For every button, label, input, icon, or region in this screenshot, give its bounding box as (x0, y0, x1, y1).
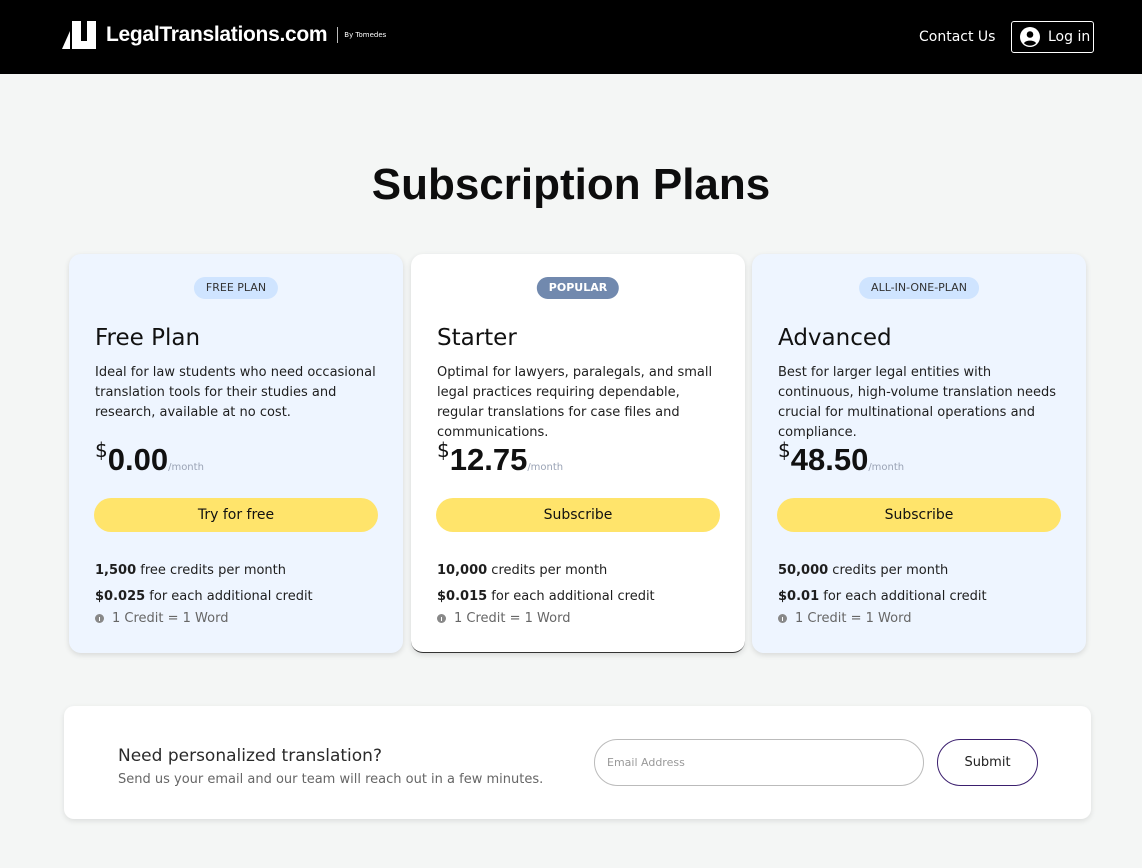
plan-credit-note: 1 Credit = 1 Word (437, 611, 570, 626)
price-period: /month (527, 462, 564, 473)
price-period: /month (868, 462, 905, 473)
credits-text: credits per month (487, 563, 608, 578)
plan-card-free: FREE PLAN Free Plan Ideal for law studen… (69, 254, 403, 653)
plan-price: $ 48.50 /month (778, 438, 904, 478)
plan-credits: 10,000 credits per month (437, 563, 607, 578)
credits-value: 1,500 (95, 563, 137, 578)
login-label: Log in (1048, 29, 1091, 45)
plan-extra-credit: $0.015 for each additional credit (437, 589, 655, 604)
credits-value: 50,000 (778, 563, 829, 578)
extra-credit-text: for each additional credit (145, 589, 313, 604)
plan-badge: ALL-IN-ONE-PLAN (859, 277, 979, 299)
plan-credit-note: 1 Credit = 1 Word (95, 611, 228, 626)
credit-note-text: 1 Credit = 1 Word (112, 611, 229, 626)
contact-us-link[interactable]: Contact Us (919, 29, 995, 45)
info-icon[interactable] (95, 614, 104, 623)
plan-extra-credit: $0.01 for each additional credit (778, 589, 987, 604)
plan-name: Advanced (778, 325, 892, 351)
credit-note-text: 1 Credit = 1 Word (795, 611, 912, 626)
login-button[interactable]: Log in (1011, 21, 1094, 53)
logo-text: LegalTranslations.com (106, 23, 328, 46)
logo-byline: By Tomedes (344, 31, 387, 39)
personalized-translation-panel: Need personalized translation? Send us y… (64, 706, 1091, 819)
plan-credit-note: 1 Credit = 1 Word (778, 611, 911, 626)
price-amount: 0.00 (107, 442, 169, 477)
price-period: /month (168, 462, 204, 473)
price-amount: 48.50 (790, 442, 869, 477)
subscribe-button[interactable]: Subscribe (436, 498, 720, 532)
plan-description: Best for larger legal entities with cont… (778, 365, 1057, 440)
contact-panel-subtitle: Send us your email and our team will rea… (118, 772, 544, 787)
credit-note-text: 1 Credit = 1 Word (454, 611, 571, 626)
plan-badge: FREE PLAN (193, 277, 279, 299)
plan-name: Starter (437, 325, 517, 351)
info-icon[interactable] (437, 614, 446, 623)
plan-price: $ 0.00 /month (95, 438, 204, 478)
plan-credits: 1,500 free credits per month (95, 563, 286, 578)
price-currency: $ (95, 438, 108, 462)
plan-badge: POPULAR (536, 277, 620, 299)
extra-credit-value: $0.01 (778, 589, 820, 604)
top-navigation-bar: LegalTranslations.com By Tomedes Contact… (0, 0, 1142, 74)
logo-divider (337, 27, 339, 43)
try-for-free-button[interactable]: Try for free (94, 498, 378, 532)
plan-description: Ideal for law students who need occasion… (95, 365, 376, 420)
contact-panel-title: Need personalized translation? (118, 746, 382, 766)
extra-credit-value: $0.015 (437, 589, 488, 604)
plan-card-starter: POPULAR Starter Optimal for lawyers, par… (411, 254, 745, 653)
plan-description: Optimal for lawyers, paralegals, and sma… (437, 365, 713, 440)
logo-icon (62, 21, 96, 49)
plan-price: $ 12.75 /month (437, 438, 563, 478)
credits-text: free credits per month (136, 563, 287, 578)
extra-credit-value: $0.025 (95, 589, 146, 604)
price-amount: 12.75 (449, 442, 528, 477)
user-account-icon (1020, 27, 1040, 47)
page-title: Subscription Plans (371, 160, 771, 209)
plan-card-advanced: ALL-IN-ONE-PLAN Advanced Best for larger… (752, 254, 1086, 653)
extra-credit-text: for each additional credit (819, 589, 987, 604)
subscribe-button[interactable]: Subscribe (777, 498, 1061, 532)
plan-name: Free Plan (95, 325, 201, 351)
email-address-input[interactable] (594, 739, 924, 786)
credits-text: credits per month (828, 563, 949, 578)
price-currency: $ (778, 438, 791, 462)
plan-extra-credit: $0.025 for each additional credit (95, 589, 313, 604)
info-icon[interactable] (778, 614, 787, 623)
price-currency: $ (437, 438, 450, 462)
plan-credits: 50,000 credits per month (778, 563, 948, 578)
submit-button[interactable]: Submit (937, 739, 1038, 786)
extra-credit-text: for each additional credit (487, 589, 655, 604)
site-logo[interactable]: LegalTranslations.com By Tomedes (62, 21, 386, 49)
credits-value: 10,000 (437, 563, 488, 578)
